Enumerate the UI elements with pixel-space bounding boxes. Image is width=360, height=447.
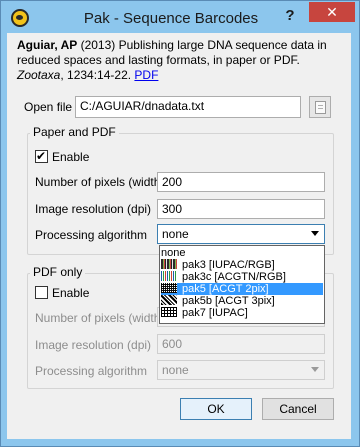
paper-algorithm-select[interactable]: none [157, 224, 325, 244]
chevron-down-icon [311, 367, 319, 372]
option-label: pak5b [ACGT 3pix] [182, 295, 275, 307]
option-label: pak3c [ACGTN/RGB] [182, 271, 286, 283]
title-bar[interactable]: Pak - Sequence Barcodes ? ✕ [1, 1, 359, 34]
paper-pdf-group-title: Paper and PDF [30, 125, 119, 139]
pdf-only-enable-checkbox[interactable] [35, 286, 48, 299]
paper-algorithm-label: Processing algorithm [35, 228, 148, 242]
pdf-algorithm-value: none [162, 363, 189, 377]
browse-file-button[interactable] [309, 96, 331, 118]
help-button[interactable]: ? [283, 7, 297, 27]
citation-text: Aguiar, AP (2013) Publishing large DNA s… [17, 38, 347, 83]
chevron-down-icon [311, 231, 319, 236]
cancel-button[interactable]: Cancel [262, 398, 334, 420]
paper-algorithm-value: none [162, 227, 189, 241]
pdf-link[interactable]: PDF [134, 68, 158, 82]
citation-author: Aguiar, AP [17, 38, 78, 52]
dropdown-option-pak5b[interactable]: pak5b [ACGT 3pix] [161, 295, 323, 307]
paper-width-input[interactable]: 200 [157, 172, 325, 192]
pdf-algorithm-label: Processing algorithm [35, 364, 148, 378]
window-title: Pak - Sequence Barcodes [83, 10, 259, 27]
pdf-resolution-label: Image resolution (dpi) [35, 338, 152, 352]
citation-pages: , 1234:14-22. [60, 68, 135, 82]
close-icon: ✕ [326, 4, 338, 20]
pak3c-barcode-icon [161, 271, 177, 281]
pdf-only-group-title: PDF only [30, 265, 86, 279]
ok-button[interactable]: OK [180, 398, 252, 420]
close-button[interactable]: ✕ [309, 2, 355, 22]
checkmark-icon: ✔ [36, 149, 47, 163]
dropdown-option-pak7[interactable]: pak7 [IUPAC] [161, 307, 323, 319]
paper-resolution-label: Image resolution (dpi) [35, 202, 152, 216]
pak5-barcode-icon [161, 283, 177, 293]
citation-journal: Zootaxa [17, 68, 61, 82]
pdf-resolution-input[interactable]: 600 [157, 334, 325, 354]
pdf-width-label: Number of pixels (width) [35, 311, 165, 325]
paper-resolution-input[interactable]: 300 [157, 199, 325, 219]
option-label: pak7 [IUPAC] [182, 307, 248, 319]
dropdown-option-pak3c[interactable]: pak3c [ACGTN/RGB] [161, 271, 323, 283]
dropdown-option-none[interactable]: none [161, 247, 323, 259]
dropdown-option-pak3[interactable]: pak3 [IUPAC/RGB] [161, 259, 323, 271]
paper-width-label: Number of pixels (width) [35, 175, 165, 189]
pak5b-barcode-icon [161, 295, 177, 305]
pdf-only-enable-label: Enable [52, 286, 90, 300]
option-label: none [161, 247, 186, 259]
paper-pdf-enable-checkbox[interactable]: ✔ [35, 149, 48, 163]
pak3-barcode-icon [161, 259, 177, 269]
algorithm-dropdown-list: none pak3 [IUPAC/RGB] pak3c [ACGTN/RGB] … [159, 245, 325, 324]
open-file-label: Open file [24, 100, 73, 114]
app-icon [11, 9, 29, 27]
dropdown-option-pak5[interactable]: pak5 [ACGT 2pix] [161, 283, 323, 295]
pdf-algorithm-select[interactable]: none [157, 360, 325, 380]
option-label: pak5 [ACGT 2pix] [182, 283, 269, 295]
pak7-barcode-icon [161, 307, 177, 317]
option-label: pak3 [IUPAC/RGB] [182, 259, 275, 271]
document-icon [315, 101, 326, 114]
open-file-input[interactable]: C:/AGUIAR/dnadata.txt [75, 96, 301, 118]
paper-pdf-enable-label: Enable [52, 150, 90, 164]
